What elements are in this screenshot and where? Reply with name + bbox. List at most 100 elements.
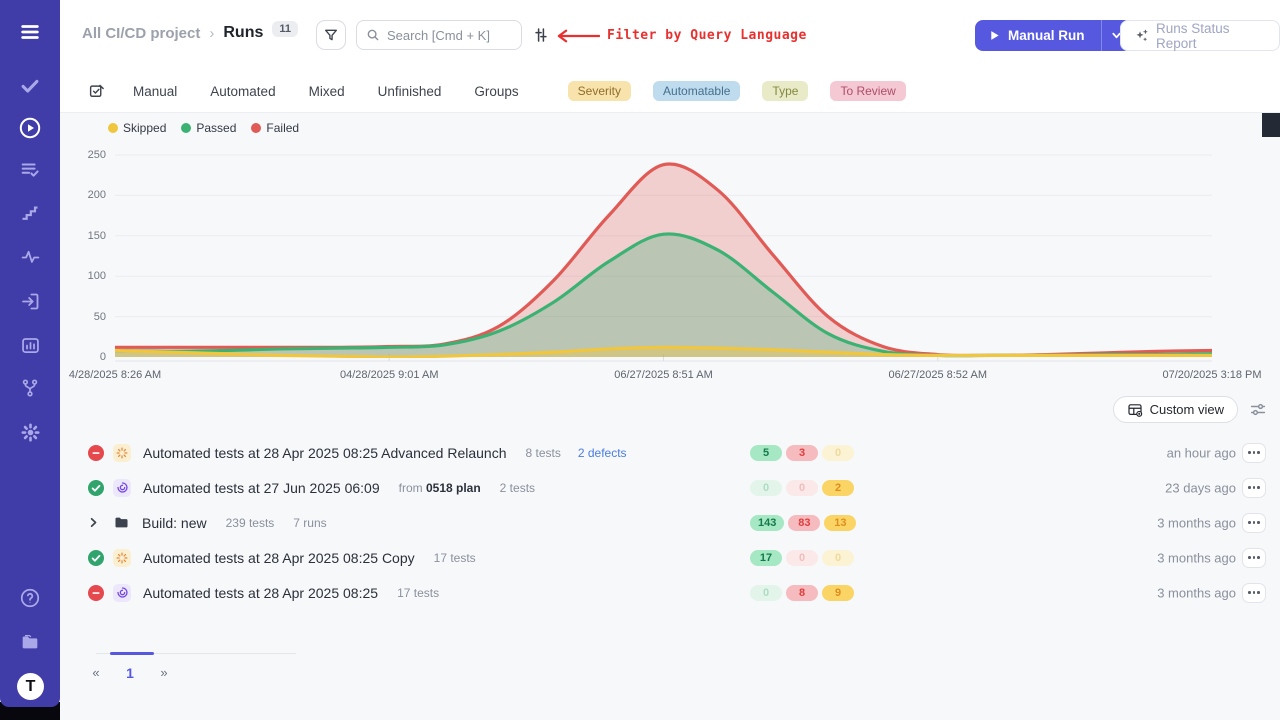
badge-green: 0 bbox=[750, 480, 782, 496]
row-more-button[interactable] bbox=[1242, 548, 1266, 568]
pagination: « 1 » bbox=[86, 645, 326, 695]
sidebar: T bbox=[0, 0, 60, 707]
sidebar-item-imports[interactable] bbox=[0, 283, 60, 319]
sidebar-item-analytics[interactable] bbox=[0, 327, 60, 363]
pagination-page-1[interactable]: 1 bbox=[120, 665, 140, 681]
sidebar-item-plans[interactable] bbox=[0, 152, 60, 188]
pill-to-review[interactable]: To Review bbox=[830, 81, 905, 101]
manual-run-split-button: Manual Run bbox=[975, 20, 1132, 51]
run-tests-count: 17 tests bbox=[434, 551, 476, 565]
status-passed-icon bbox=[88, 480, 104, 496]
search-box bbox=[356, 20, 522, 50]
status-failed-icon bbox=[88, 585, 104, 601]
run-tests-count: 2 tests bbox=[500, 481, 535, 495]
y-tick-label: 200 bbox=[62, 189, 106, 201]
query-filter-icon[interactable] bbox=[533, 27, 549, 48]
pagination-last[interactable]: » bbox=[154, 665, 174, 681]
runs-status-report-button[interactable]: Runs Status Report bbox=[1120, 20, 1280, 51]
run-row[interactable]: Automated tests at 28 Apr 2025 08:25 Cop… bbox=[60, 540, 1280, 575]
run-row[interactable]: Build: new 239 tests 7 runs 1438313 3 months… bbox=[60, 505, 1280, 540]
pagination-first[interactable]: « bbox=[86, 665, 106, 681]
search-icon bbox=[366, 28, 380, 42]
y-tick-label: 0 bbox=[62, 351, 106, 363]
sidebar-item-runs[interactable] bbox=[0, 110, 60, 146]
tab-manual[interactable]: Manual bbox=[133, 84, 177, 99]
legend-item-failed[interactable]: Failed bbox=[251, 121, 299, 135]
sidebar-item-steps[interactable] bbox=[0, 195, 60, 231]
defects-link[interactable]: 2 defects bbox=[578, 446, 627, 460]
badge-red: 83 bbox=[788, 515, 820, 531]
autorun-spinner-icon bbox=[113, 549, 131, 567]
run-name[interactable]: Automated tests at 28 Apr 2025 08:25 bbox=[143, 585, 378, 601]
docs-icon[interactable] bbox=[0, 624, 60, 660]
filter-button[interactable] bbox=[316, 20, 346, 50]
pagination-active-indicator bbox=[110, 652, 154, 655]
chart-plot[interactable] bbox=[115, 145, 1212, 365]
play-icon bbox=[989, 30, 1000, 41]
pill-type[interactable]: Type bbox=[762, 81, 808, 101]
tab-groups[interactable]: Groups bbox=[474, 84, 518, 99]
badge-green: 143 bbox=[750, 515, 784, 531]
custom-view-button[interactable]: Custom view bbox=[1113, 396, 1238, 423]
legend-item-passed[interactable]: Passed bbox=[181, 121, 236, 135]
x-tick-label: 07/20/2025 3:18 PM bbox=[1162, 369, 1261, 381]
result-badges: 1438313 bbox=[750, 515, 856, 531]
runs-list: Automated tests at 28 Apr 2025 08:25 Adv… bbox=[60, 435, 1280, 610]
x-tick-label: 4/28/2025 8:26 AM bbox=[69, 369, 161, 381]
run-name[interactable]: Automated tests at 27 Jun 2025 06:09 bbox=[143, 480, 380, 496]
row-more-button[interactable] bbox=[1242, 513, 1266, 533]
tab-automated[interactable]: Automated bbox=[210, 84, 275, 99]
row-more-button[interactable] bbox=[1242, 478, 1266, 498]
logo-letter: T bbox=[26, 678, 36, 696]
help-icon[interactable] bbox=[0, 580, 60, 616]
legend-label: Passed bbox=[196, 121, 236, 135]
legend-item-skipped[interactable]: Skipped bbox=[108, 121, 166, 135]
tab-mixed[interactable]: Mixed bbox=[309, 84, 345, 99]
badge-green: 17 bbox=[750, 550, 782, 566]
filter-pills: Severity Automatable Type To Review bbox=[568, 81, 906, 101]
run-name[interactable]: Automated tests at 28 Apr 2025 08:25 Adv… bbox=[143, 445, 506, 461]
scrollbar-thumb[interactable] bbox=[1262, 113, 1280, 137]
pill-severity[interactable]: Severity bbox=[568, 81, 631, 101]
y-tick-label: 150 bbox=[62, 230, 106, 242]
search-input[interactable] bbox=[387, 28, 512, 43]
group-runs-count: 7 runs bbox=[293, 516, 326, 530]
y-tick-label: 250 bbox=[62, 149, 106, 161]
row-more-button[interactable] bbox=[1242, 443, 1266, 463]
sidebar-item-milestones[interactable] bbox=[0, 239, 60, 275]
list-settings-icon[interactable] bbox=[1249, 401, 1267, 423]
expand-chevron-icon[interactable] bbox=[88, 517, 104, 528]
manual-run-button[interactable]: Manual Run bbox=[975, 20, 1101, 51]
pill-automatable[interactable]: Automatable bbox=[653, 81, 740, 101]
run-name[interactable]: Automated tests at 28 Apr 2025 08:25 Cop… bbox=[143, 550, 415, 566]
status-failed-icon bbox=[88, 445, 104, 461]
run-row[interactable]: Automated tests at 28 Apr 2025 08:2517 t… bbox=[60, 575, 1280, 610]
logo[interactable]: T bbox=[17, 673, 44, 700]
badge-yellow: 9 bbox=[822, 585, 854, 601]
sidebar-item-settings[interactable] bbox=[0, 414, 60, 450]
sidebar-item-branches[interactable] bbox=[0, 370, 60, 406]
x-tick-label: 04/28/2025 9:01 AM bbox=[340, 369, 438, 381]
menu-icon[interactable] bbox=[0, 14, 60, 50]
result-badges: 089 bbox=[750, 585, 854, 601]
run-row[interactable]: Automated tests at 28 Apr 2025 08:25 Adv… bbox=[60, 435, 1280, 470]
row-more-button[interactable] bbox=[1242, 583, 1266, 603]
plan-run-icon bbox=[113, 584, 131, 602]
breadcrumb-project[interactable]: All CI/CD project bbox=[82, 25, 200, 42]
run-name[interactable]: Build: new bbox=[142, 515, 207, 531]
legend-dot bbox=[181, 123, 191, 133]
select-runs-icon[interactable] bbox=[88, 82, 106, 100]
result-badges: 002 bbox=[750, 480, 854, 496]
runs-chart-section: SkippedPassedFailed 050100150200250 4/28… bbox=[60, 113, 1280, 395]
status-passed-icon bbox=[88, 550, 104, 566]
badge-red: 0 bbox=[786, 480, 818, 496]
tab-unfinished[interactable]: Unfinished bbox=[378, 84, 442, 99]
run-row[interactable]: Automated tests at 27 Jun 2025 06:09from… bbox=[60, 470, 1280, 505]
header: All CI/CD project › Runs 11 Filter by Qu… bbox=[60, 0, 1280, 70]
run-tests-count: 239 tests bbox=[226, 516, 275, 530]
badge-yellow: 0 bbox=[822, 550, 854, 566]
sidebar-item-tests[interactable] bbox=[0, 68, 60, 104]
tabs-row: Manual Automated Mixed Unfinished Groups… bbox=[60, 70, 1280, 113]
run-timestamp: 3 months ago bbox=[1157, 515, 1236, 530]
custom-view-label: Custom view bbox=[1150, 402, 1224, 417]
